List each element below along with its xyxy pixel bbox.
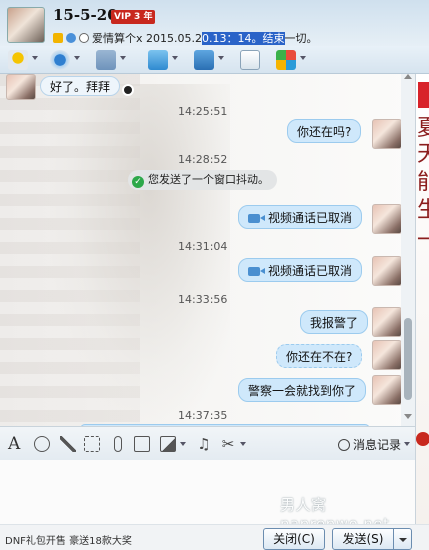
ad-char: 能 xyxy=(417,170,429,195)
my-avatar[interactable] xyxy=(372,340,402,370)
ad-char: 夏 xyxy=(417,116,429,141)
timestamp: 14:31:04 xyxy=(178,240,228,253)
ad-char: 一 xyxy=(417,228,429,253)
voice-call-dropdown-icon[interactable] xyxy=(32,56,38,60)
video-camera-icon xyxy=(248,267,265,276)
my-avatar[interactable] xyxy=(372,256,402,286)
close-button[interactable]: 关闭(C) xyxy=(263,528,325,550)
screenshot-dropdown-icon[interactable] xyxy=(240,442,246,446)
vip-badge[interactable]: VIP 3 年 xyxy=(111,10,156,24)
video-cancel-text: 视频通话已取消 xyxy=(268,211,353,225)
ad-char: 生 xyxy=(417,198,429,223)
history-label: 消息记录 xyxy=(353,438,402,452)
partner-avatar[interactable] xyxy=(6,74,36,100)
partner-message[interactable]: 好了。拜拜 xyxy=(40,76,121,96)
contact-name: 15-5-20 xyxy=(53,6,118,24)
send-image-icon[interactable] xyxy=(160,436,176,452)
ad-char: 天 xyxy=(417,142,429,167)
voice-message-icon[interactable] xyxy=(114,436,122,452)
shake-icon[interactable] xyxy=(84,436,100,452)
penguin-icon xyxy=(122,84,134,96)
music-note-icon[interactable]: ♫ xyxy=(196,436,212,452)
music-icon xyxy=(79,33,89,43)
create-discussion-icon[interactable] xyxy=(240,50,260,70)
video-camera-icon xyxy=(248,214,265,223)
screen-share-icon[interactable] xyxy=(194,50,214,70)
send-file-icon[interactable] xyxy=(148,50,168,70)
scroll-thumb[interactable] xyxy=(404,318,412,400)
sent-message[interactable]: 警察一会就找到你了 xyxy=(238,378,367,402)
video-cancel-message[interactable]: 视频通话已取消 xyxy=(238,205,363,229)
my-avatar[interactable] xyxy=(372,307,402,337)
edit-image-icon[interactable] xyxy=(134,436,150,452)
contact-signature: 爱情算个x 2015.05.20.13：14。结束一切。 xyxy=(53,30,318,46)
sent-message[interactable]: 你还在不在? xyxy=(276,344,363,368)
video-call-dropdown-icon[interactable] xyxy=(74,56,80,60)
remote-assist-dropdown-icon[interactable] xyxy=(120,56,126,60)
signature-selection: 0.13：14。结束 xyxy=(202,32,285,45)
star-icon xyxy=(53,33,63,43)
screen-share-dropdown-icon[interactable] xyxy=(218,56,224,60)
signature-text: 爱情算个x 2015.05.2 xyxy=(92,32,202,45)
check-icon: ✓ xyxy=(132,176,144,188)
send-file-dropdown-icon[interactable] xyxy=(172,56,178,60)
sent-message[interactable]: 我报警了 xyxy=(300,310,369,334)
signature-text-end: 一切。 xyxy=(284,32,318,45)
send-button[interactable]: 发送(S) xyxy=(332,528,394,550)
input-toolbar: A ♫ ✂ 消息记录 xyxy=(0,426,415,460)
contact-avatar[interactable] xyxy=(7,7,45,43)
timestamp: 14:28:52 xyxy=(178,153,228,166)
my-avatar[interactable] xyxy=(372,119,402,149)
ad-toggle-icon[interactable] xyxy=(416,432,429,446)
qzone-icon[interactable] xyxy=(66,33,76,43)
message-history-button[interactable]: 消息记录 xyxy=(338,436,401,453)
send-options-dropdown-icon[interactable] xyxy=(394,528,412,550)
ad-tag xyxy=(418,82,429,108)
timestamp: 14:37:35 xyxy=(178,409,228,422)
app-center-dropdown-icon[interactable] xyxy=(300,56,306,60)
app-center-icon[interactable] xyxy=(276,50,296,70)
emoji-icon[interactable] xyxy=(34,436,50,452)
font-icon[interactable]: A xyxy=(8,436,24,453)
system-notice-text: 您发送了一个窗口抖动。 xyxy=(148,173,269,186)
history-dropdown-icon[interactable] xyxy=(404,442,410,446)
video-call-icon[interactable] xyxy=(50,50,70,70)
message-scrollbar[interactable] xyxy=(401,74,415,426)
side-ad-panel[interactable]: 夏 天 能 生 一 xyxy=(415,74,429,550)
chat-footer: DNF礼包开售 豪送18款大奖 关闭(C) 发送(S) xyxy=(0,524,429,550)
video-cancel-text: 视频通话已取消 xyxy=(268,264,353,278)
remote-assist-icon[interactable] xyxy=(96,50,116,70)
sent-message[interactable]: 你还在吗? xyxy=(287,119,362,143)
scroll-up-icon[interactable] xyxy=(404,74,412,79)
magic-icon[interactable] xyxy=(60,436,76,452)
video-cancel-message[interactable]: 视频通话已取消 xyxy=(238,258,363,282)
message-list[interactable]: 好了。拜拜 14:25:51 你还在吗? 14:28:52 ✓ 您发送了一个窗口抖… xyxy=(0,74,415,426)
voice-call-icon[interactable] xyxy=(8,50,28,70)
timestamp: 14:25:51 xyxy=(178,105,228,118)
chat-header: 15-5-20 VIP 3 年 爱情算个x 2015.05.20.13：14。结… xyxy=(0,0,429,46)
screenshot-icon[interactable]: ✂ xyxy=(220,436,236,452)
chat-window: 15-5-20 VIP 3 年 爱情算个x 2015.05.20.13：14。结… xyxy=(0,0,429,550)
scroll-down-icon[interactable] xyxy=(404,414,412,419)
promo-link[interactable]: DNF礼包开售 豪送18款大奖 xyxy=(5,532,132,547)
system-notice: ✓ 您发送了一个窗口抖动。 xyxy=(128,170,277,190)
background-figure xyxy=(50,84,230,424)
my-avatar[interactable] xyxy=(372,375,402,405)
clock-icon xyxy=(338,439,350,451)
timestamp: 14:33:56 xyxy=(178,293,228,306)
send-image-dropdown-icon[interactable] xyxy=(180,442,186,446)
main-toolbar xyxy=(0,46,429,74)
my-avatar[interactable] xyxy=(372,204,402,234)
